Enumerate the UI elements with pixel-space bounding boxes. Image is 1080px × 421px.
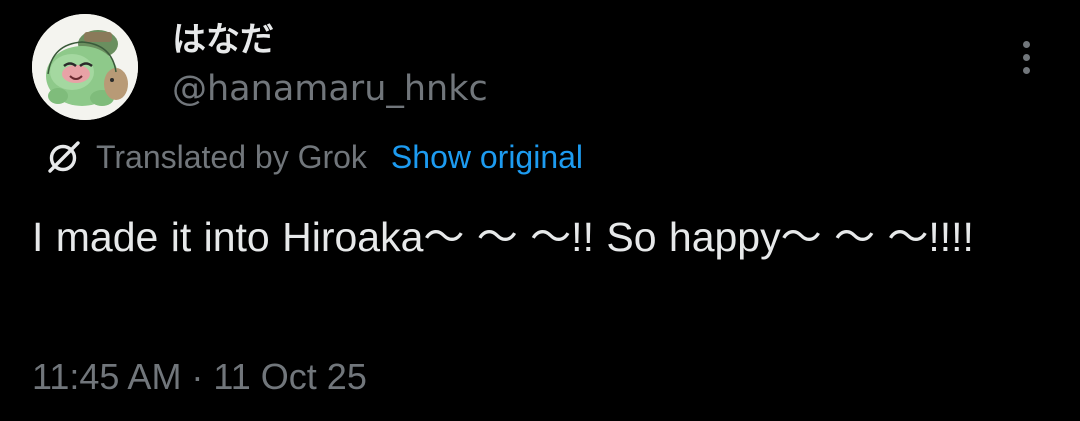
more-vertical-icon-dot (1022, 53, 1030, 61)
more-options-button[interactable] (1006, 34, 1046, 80)
show-original-link[interactable]: Show original (391, 139, 583, 176)
post-timestamp[interactable]: 11:45 AM · 11 Oct 25 (32, 354, 367, 400)
grok-icon (44, 137, 84, 177)
post: はなだ @hanamaru_hnkc Translated by Grok Sh… (0, 0, 1080, 421)
avatar[interactable] (32, 14, 138, 120)
post-body-text: I made it into Hiroaka～ ～ ～!! So happy～ … (32, 214, 974, 260)
more-vertical-icon (1022, 40, 1030, 48)
avatar-illustration (32, 14, 138, 120)
translation-bar: Translated by Grok Show original (44, 134, 583, 180)
author-handle[interactable]: @hanamaru_hnkc (172, 68, 488, 110)
translated-by-label: Translated by Grok (96, 138, 367, 175)
more-vertical-icon-dot (1022, 66, 1030, 74)
author-display-name[interactable]: はなだ (172, 20, 274, 60)
